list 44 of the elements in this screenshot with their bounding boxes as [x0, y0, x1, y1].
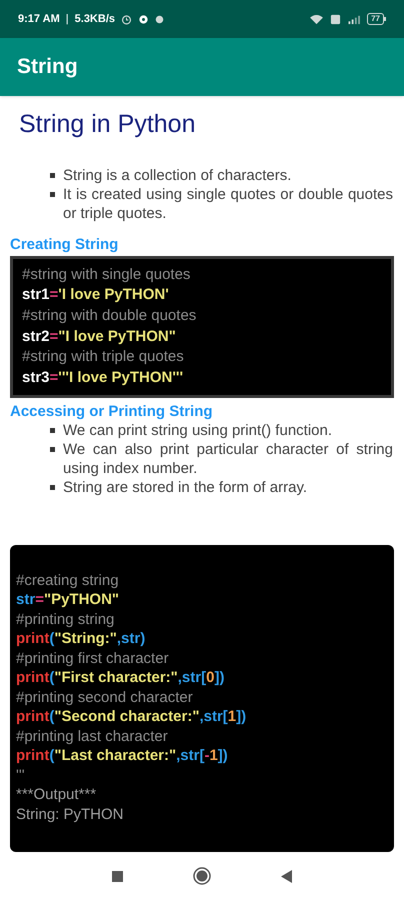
output-text: String: PyTHON	[16, 804, 124, 824]
code-comment: #creating string	[16, 570, 119, 590]
code-comment: #string with single quotes	[22, 264, 190, 284]
bullet-icon	[50, 446, 55, 452]
code-line: str="PyTHON"	[16, 590, 120, 610]
app-bar-title: String	[17, 54, 78, 80]
code-comment: #printing first character	[16, 648, 169, 668]
bullet-text: We can also print particular character of string using index number.	[63, 440, 393, 478]
clock-text: 9:17 AM	[18, 12, 60, 27]
bullet-text: String is a collection of characters.	[63, 166, 292, 184]
code-line: print("First character:",str[0])	[16, 668, 224, 688]
code-line: print("Second character:",str[1])	[16, 707, 246, 727]
back-icon[interactable]	[281, 870, 292, 882]
code-line: print("Last character:",str[-1])	[16, 746, 228, 766]
bullet-text: String are stored in the form of array.	[63, 478, 307, 497]
code-comment: #printing string	[16, 610, 114, 630]
code-comment: #printing last character	[16, 726, 168, 746]
code-line: str3='''I love PyTHON'''	[22, 368, 184, 388]
wifi-icon	[309, 14, 324, 24]
code-line: print("String:",str)	[16, 629, 146, 649]
signal-icon	[347, 14, 362, 24]
bullet-text: We can print string using print() function.	[63, 420, 332, 440]
code-line: str2="I love PyTHON"	[22, 326, 176, 347]
code-comment: #printing second character	[16, 688, 193, 708]
sim-icon	[330, 14, 342, 24]
code-comment: '''	[16, 766, 25, 786]
code-line: str1='I love PyTHON'	[22, 285, 169, 306]
code-comment: #string with triple quotes	[22, 347, 184, 368]
battery-icon: 77	[367, 13, 386, 25]
section-heading: Accessing or Printing String	[10, 402, 214, 421]
square-icon[interactable]	[112, 870, 123, 882]
bullet-icon	[50, 428, 55, 433]
network-speed-text: 5.3KB/s	[74, 12, 115, 27]
output-text: ***Output***	[16, 785, 96, 805]
divider-text: |	[66, 12, 69, 27]
alarm-icon	[121, 14, 132, 24]
code-comment: #string with double quotes	[22, 306, 196, 326]
bullet-icon	[50, 192, 55, 196]
section-heading: Creating String	[10, 234, 120, 254]
bullet-icon	[50, 172, 55, 178]
bullet-icon	[50, 484, 55, 490]
home-icon[interactable]	[193, 867, 211, 885]
page-heading: String in Python	[18, 109, 196, 140]
bullet-text: It is created using single quotes or double quotes or triple quotes.	[63, 184, 393, 222]
